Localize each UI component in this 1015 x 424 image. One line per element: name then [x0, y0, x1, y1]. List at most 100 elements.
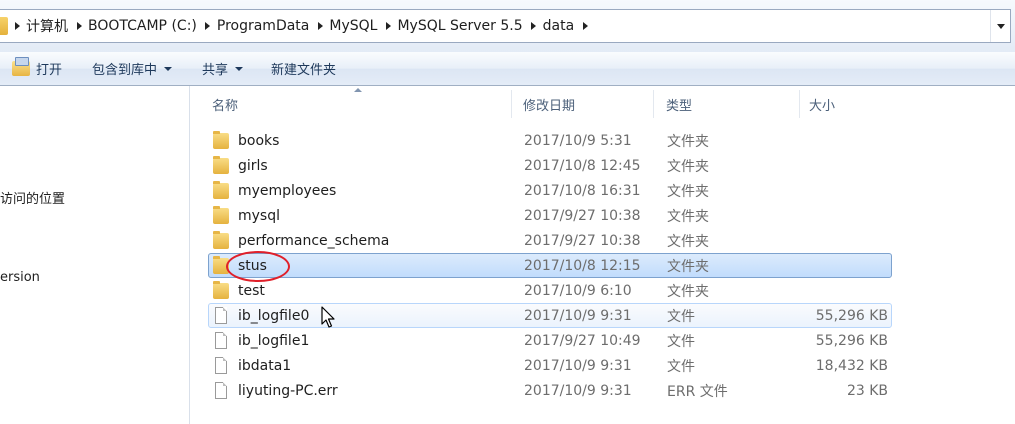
- column-header-date[interactable]: 修改日期: [512, 90, 654, 118]
- file-date: 2017/10/9 9:31: [524, 382, 632, 399]
- breadcrumb-separator-icon[interactable]: [199, 10, 217, 42]
- mouse-cursor-icon: [321, 306, 335, 328]
- file-date: 2017/10/8 12:45: [524, 157, 641, 174]
- breadcrumb-drive[interactable]: BOOTCAMP (C:): [88, 18, 199, 34]
- file-row[interactable]: liyuting-PC.err 2017/10/9 9:31 ERR 文件 23 KB: [208, 378, 892, 403]
- file-date: 2017/10/9 5:31: [524, 132, 632, 149]
- share-button[interactable]: 共享: [194, 56, 251, 82]
- column-header-type[interactable]: 类型: [654, 90, 800, 118]
- file-name: ib_logfile0: [238, 307, 310, 324]
- folder-icon: [213, 281, 229, 299]
- file-type: 文件: [667, 308, 695, 325]
- file-type: 文件: [667, 333, 695, 350]
- file-name: ibdata1: [238, 357, 292, 374]
- file-row[interactable]: myemployees 2017/10/8 16:31 文件夹: [208, 178, 892, 203]
- file-icon: [215, 307, 227, 324]
- file-size: 23 KB: [846, 382, 888, 399]
- file-name: ib_logfile1: [238, 332, 310, 349]
- red-circle-annotation: [226, 251, 290, 282]
- file-name: girls: [238, 157, 268, 174]
- file-row[interactable]: mysql 2017/9/27 10:38 文件夹: [208, 203, 892, 228]
- column-header-row: 名称 修改日期 类型 大小: [191, 86, 1015, 120]
- breadcrumb-separator-icon[interactable]: [576, 10, 594, 42]
- file-name: test: [238, 282, 265, 299]
- file-icon: [215, 357, 227, 374]
- new-folder-button[interactable]: 新建文件夹: [263, 56, 344, 82]
- file-date: 2017/9/27 10:38: [524, 207, 641, 224]
- breadcrumb-data[interactable]: data: [543, 18, 577, 34]
- breadcrumb-separator-icon[interactable]: [70, 10, 88, 42]
- breadcrumb: 计算机 BOOTCAMP (C:) ProgramData MySQL MySQ…: [8, 10, 594, 42]
- include-in-library-button[interactable]: 包含到库中: [84, 56, 180, 82]
- file-row[interactable]: stus 2017/10/8 12:15 文件夹: [208, 253, 892, 278]
- breadcrumb-mysql[interactable]: MySQL: [329, 18, 379, 34]
- file-size: 18,432 KB: [815, 357, 888, 374]
- file-date: 2017/10/9 6:10: [524, 282, 632, 299]
- file-icon: [215, 382, 227, 399]
- open-button[interactable]: 打开: [4, 56, 70, 82]
- file-date: 2017/10/8 16:31: [524, 182, 641, 199]
- file-name: mysql: [238, 207, 280, 224]
- file-date: 2017/9/27 10:49: [524, 332, 641, 349]
- chevron-down-icon: [235, 66, 244, 71]
- file-name: liyuting-PC.err: [238, 382, 338, 399]
- share-label: 共享: [202, 63, 229, 78]
- breadcrumb-programdata[interactable]: ProgramData: [217, 18, 312, 34]
- breadcrumb-separator-icon[interactable]: [525, 10, 543, 42]
- folder-icon: [213, 156, 229, 174]
- file-type: 文件夹: [667, 233, 709, 250]
- file-rows: books 2017/10/9 5:31 文件夹 girls 2017/10/8 12:…: [208, 128, 892, 403]
- file-type: 文件夹: [667, 283, 709, 300]
- file-row[interactable]: ib_logfile1 2017/9/27 10:49 文件 55,296 KB: [208, 328, 892, 353]
- file-name: performance_schema: [238, 232, 390, 249]
- breadcrumb-separator-icon[interactable]: [311, 10, 329, 42]
- file-type: 文件夹: [667, 158, 709, 175]
- file-row[interactable]: test 2017/10/9 6:10 文件夹: [208, 278, 892, 303]
- file-type: 文件夹: [667, 133, 709, 150]
- breadcrumb-mysql-server[interactable]: MySQL Server 5.5: [397, 18, 524, 34]
- new-folder-label: 新建文件夹: [271, 63, 337, 78]
- column-header-size[interactable]: 大小: [800, 90, 897, 118]
- file-date: 2017/9/27 10:38: [524, 232, 641, 249]
- chevron-down-icon: [164, 66, 173, 71]
- explorer-window: 计算机 BOOTCAMP (C:) ProgramData MySQL MySQ…: [0, 0, 1015, 424]
- folder-icon: [213, 206, 229, 224]
- file-type: ERR 文件: [667, 383, 728, 400]
- file-name: books: [238, 132, 280, 149]
- file-type: 文件夹: [667, 258, 709, 275]
- folder-icon: [213, 231, 229, 249]
- file-date: 2017/10/9 9:31: [524, 307, 632, 324]
- open-label: 打开: [36, 63, 63, 78]
- file-list: 名称 修改日期 类型 大小 books 2017/10/9 5:31 文件夹 girl…: [191, 86, 1015, 424]
- address-history-dropdown-icon[interactable]: [990, 10, 1010, 42]
- file-size: 55,296 KB: [815, 307, 888, 324]
- nav-item-version[interactable]: ersion: [0, 270, 40, 285]
- include-library-label: 包含到库中: [92, 63, 158, 78]
- file-row[interactable]: performance_schema 2017/9/27 10:38 文件夹: [208, 228, 892, 253]
- navigation-pane: 访问的位置 ersion: [0, 86, 190, 424]
- file-type: 文件夹: [667, 183, 709, 200]
- folder-icon: [213, 131, 229, 149]
- breadcrumb-separator-icon[interactable]: [379, 10, 397, 42]
- address-bar-area: 计算机 BOOTCAMP (C:) ProgramData MySQL MySQ…: [0, 0, 1015, 52]
- file-row[interactable]: girls 2017/10/8 12:45 文件夹: [208, 153, 892, 178]
- open-folder-icon: [12, 57, 30, 76]
- file-icon: [215, 332, 227, 349]
- address-bar[interactable]: 计算机 BOOTCAMP (C:) ProgramData MySQL MySQ…: [0, 9, 1011, 43]
- folder-icon: [213, 181, 229, 199]
- file-date: 2017/10/8 12:15: [524, 257, 641, 274]
- file-size: 55,296 KB: [815, 332, 888, 349]
- column-header-name[interactable]: 名称: [191, 90, 512, 118]
- file-date: 2017/10/9 9:31: [524, 357, 632, 374]
- file-type: 文件夹: [667, 208, 709, 225]
- command-bar: 打开 包含到库中 共享 新建文件夹: [0, 52, 1015, 86]
- breadcrumb-separator-icon[interactable]: [8, 10, 26, 42]
- file-type: 文件: [667, 358, 695, 375]
- nav-item-recent-places[interactable]: 访问的位置: [0, 188, 65, 207]
- breadcrumb-computer[interactable]: 计算机: [26, 16, 70, 36]
- file-row[interactable]: ibdata1 2017/10/9 9:31 文件 18,432 KB: [208, 353, 892, 378]
- file-name: myemployees: [238, 182, 337, 199]
- file-row[interactable]: books 2017/10/9 5:31 文件夹: [208, 128, 892, 153]
- file-row[interactable]: ib_logfile0 2017/10/9 9:31 文件 55,296 KB: [208, 303, 892, 328]
- folder-icon: [0, 17, 8, 35]
